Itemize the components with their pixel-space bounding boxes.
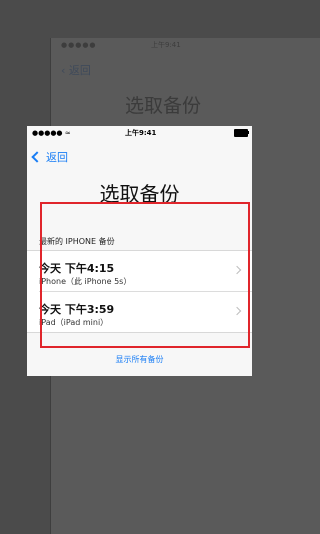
highlight-box bbox=[40, 202, 250, 348]
background-chevron-left-icon: ‹ bbox=[61, 64, 66, 77]
status-time: 上午9:41 bbox=[125, 129, 157, 137]
background-signal-icon: ●●●●● bbox=[61, 41, 97, 49]
back-button[interactable]: 返回 bbox=[31, 149, 68, 165]
show-all-backups-link[interactable]: 显示所有备份 bbox=[27, 354, 252, 365]
background-back-button: ‹ 返回 bbox=[61, 62, 91, 78]
back-label: 返回 bbox=[46, 151, 68, 164]
signal-wifi-icon: ●●●●● ≈ bbox=[32, 129, 71, 137]
background-title: 选取备份 bbox=[125, 95, 202, 117]
battery-icon bbox=[234, 129, 249, 137]
chevron-left-icon bbox=[31, 151, 43, 163]
background-back-label: 返回 bbox=[68, 64, 91, 77]
background-status-bar: ●●●●● 上午9:41 bbox=[51, 38, 277, 52]
status-bar: ●●●●● ≈ 上午9:41 bbox=[27, 126, 252, 140]
background-status-time: 上午9:41 bbox=[151, 41, 181, 49]
